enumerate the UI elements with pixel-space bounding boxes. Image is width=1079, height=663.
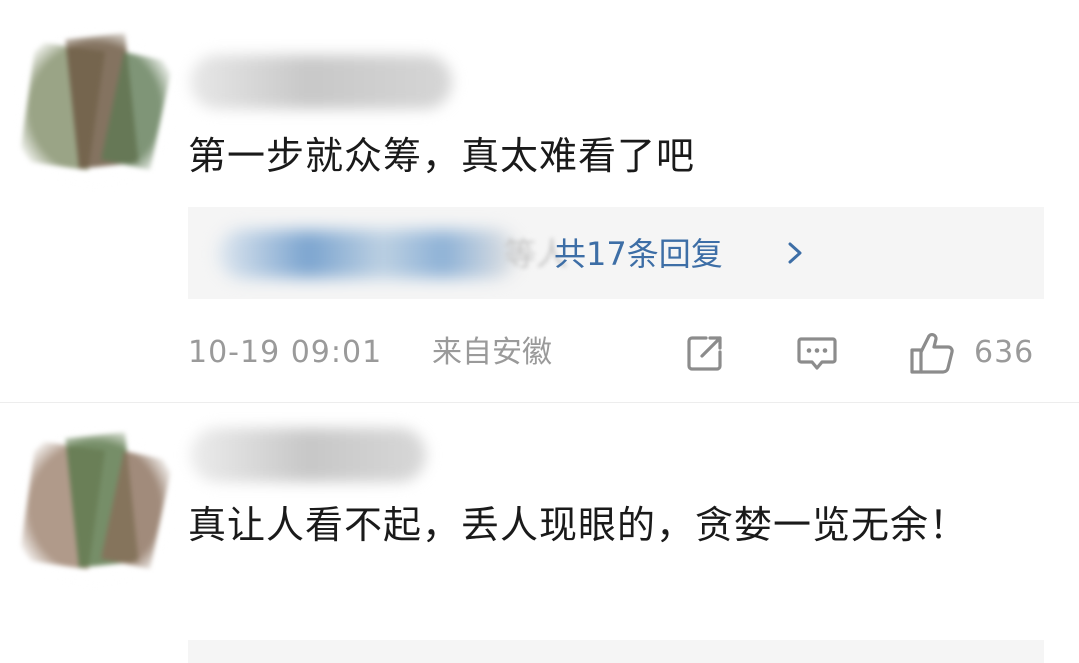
comment-location: 来自安徽	[432, 335, 552, 370]
reply-count-link[interactable]: 共17条回复	[554, 231, 723, 277]
share-button[interactable]	[682, 330, 728, 376]
reply-usernames-blurred	[218, 230, 518, 278]
comment-button[interactable]	[794, 330, 840, 376]
username-blurred[interactable]	[190, 55, 452, 109]
like-button[interactable]: 636	[908, 330, 1048, 376]
comment-time: 10-19 09:01	[188, 335, 383, 370]
comment-text: 真让人看不起，丢人现眼的，贪婪一览无余！	[188, 503, 969, 547]
comment-icon	[797, 337, 837, 370]
comment-item: 真让人看不起，丢人现眼的，贪婪一览无余！	[0, 402, 1079, 663]
comment-text: 第一步就众筹，真太难看了吧	[188, 134, 696, 178]
avatar[interactable]	[12, 26, 178, 192]
username-blurred[interactable]	[190, 428, 426, 482]
replies-preview[interactable]	[188, 640, 1044, 663]
share-icon	[687, 336, 722, 371]
replies-preview[interactable]: 等人 共17条回复	[188, 207, 1044, 299]
like-count: 636	[974, 335, 1035, 370]
comment-feed: 第一步就众筹，真太难看了吧 等人 共17条回复 10-19 09:01 来自安徽	[0, 0, 1079, 663]
avatar[interactable]	[12, 425, 178, 591]
comment-meta: 10-19 09:01 来自安徽 636	[188, 330, 1048, 376]
thumbs-up-icon	[910, 333, 954, 374]
comment-item: 第一步就众筹，真太难看了吧 等人 共17条回复 10-19 09:01 来自安徽	[0, 0, 1079, 402]
chevron-right-icon[interactable]	[780, 238, 810, 268]
